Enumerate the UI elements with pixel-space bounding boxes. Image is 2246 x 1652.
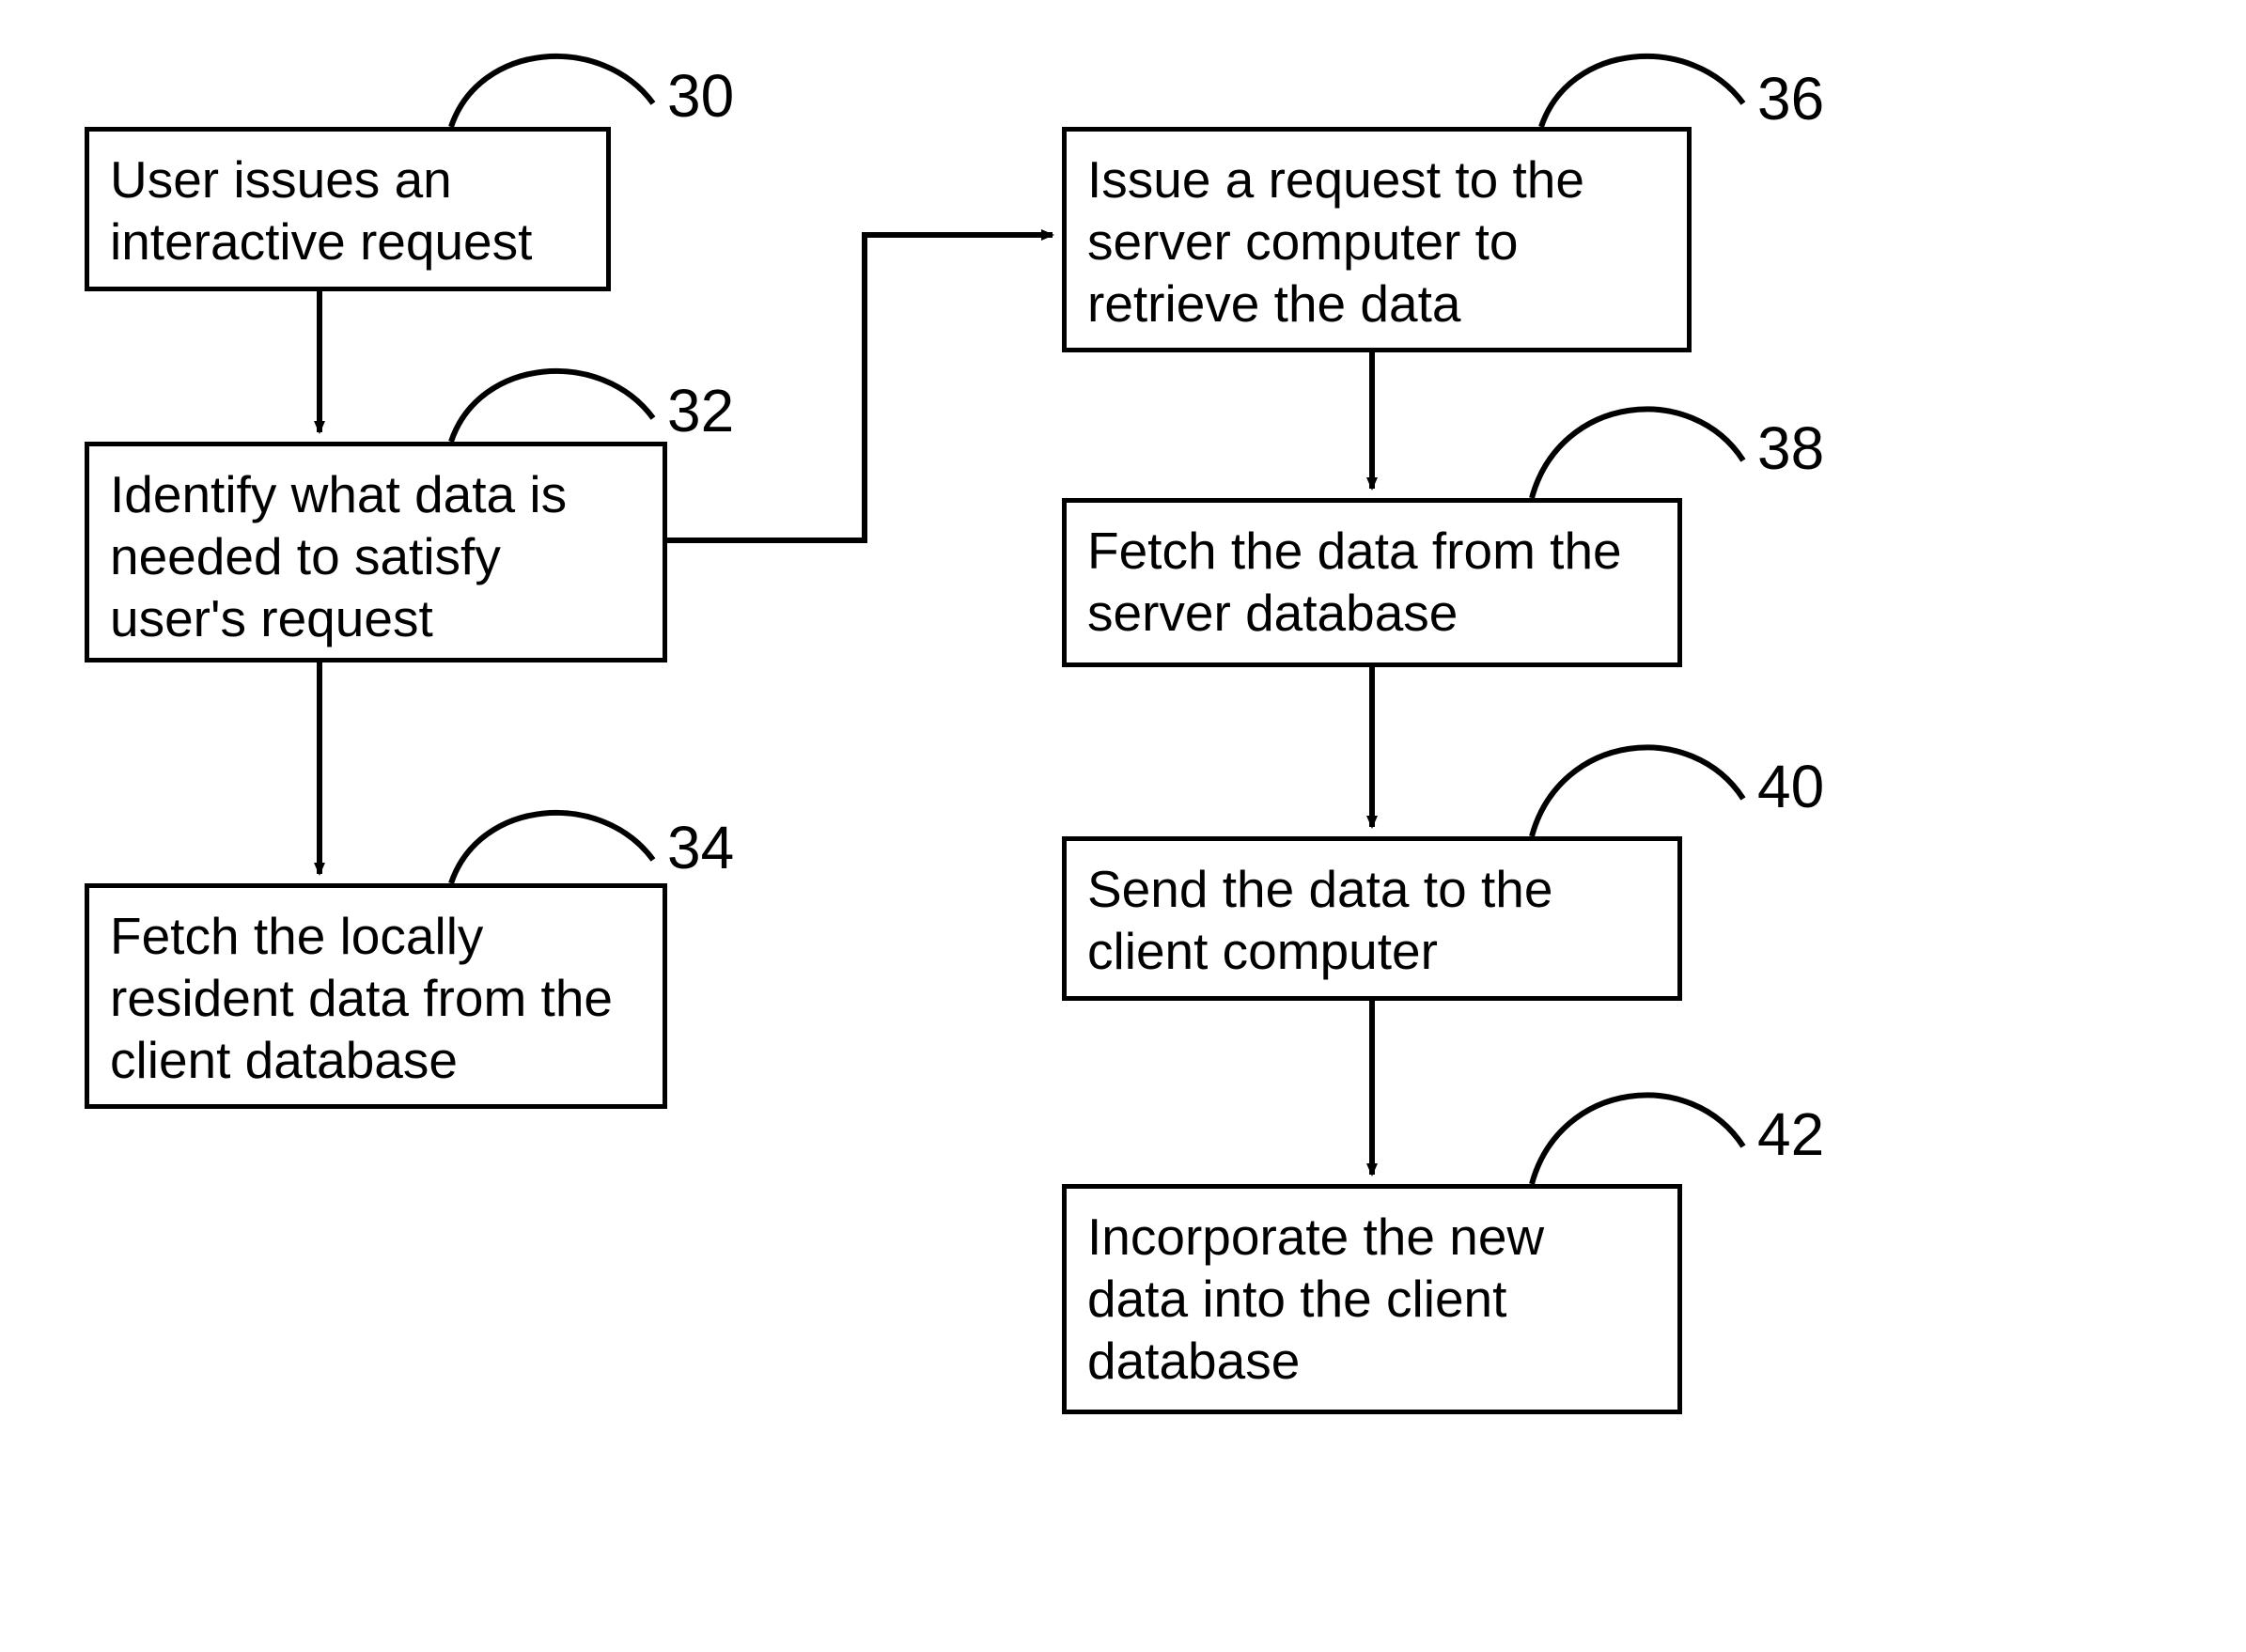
ref-34: 34 — [667, 813, 734, 882]
callout-30 — [451, 56, 653, 127]
ref-30: 30 — [667, 61, 734, 131]
node-38-text: Fetch the data from the server database — [1087, 522, 1622, 642]
ref-38: 38 — [1757, 413, 1824, 483]
node-36-text: Issue a request to the server computer t… — [1087, 150, 1584, 333]
node-30-text: User issues an interactive request — [110, 150, 532, 271]
node-42: Incorporate the new data into the client… — [1062, 1184, 1682, 1414]
node-34-text: Fetch the locally resident data from the… — [110, 907, 613, 1089]
node-32-text: Identify what data is needed to satisfy … — [110, 465, 567, 647]
node-32: Identify what data is needed to satisfy … — [85, 442, 667, 662]
ref-32: 32 — [667, 376, 734, 445]
node-40: Send the data to the client computer — [1062, 836, 1682, 1001]
node-34: Fetch the locally resident data from the… — [85, 883, 667, 1109]
node-30: User issues an interactive request — [85, 127, 611, 291]
callout-34 — [451, 813, 653, 883]
flowchart-canvas: User issues an interactive request Ident… — [0, 0, 2246, 1652]
node-36: Issue a request to the server computer t… — [1062, 127, 1692, 352]
callout-32 — [451, 371, 653, 442]
callout-38 — [1532, 409, 1743, 498]
node-38: Fetch the data from the server database — [1062, 498, 1682, 667]
ref-42: 42 — [1757, 1099, 1824, 1169]
ref-40: 40 — [1757, 752, 1824, 821]
callout-36 — [1541, 56, 1743, 127]
ref-36: 36 — [1757, 64, 1824, 133]
callout-40 — [1532, 747, 1743, 836]
node-40-text: Send the data to the client computer — [1087, 860, 1552, 980]
node-42-text: Incorporate the new data into the client… — [1087, 1208, 1544, 1390]
callout-42 — [1532, 1095, 1743, 1184]
